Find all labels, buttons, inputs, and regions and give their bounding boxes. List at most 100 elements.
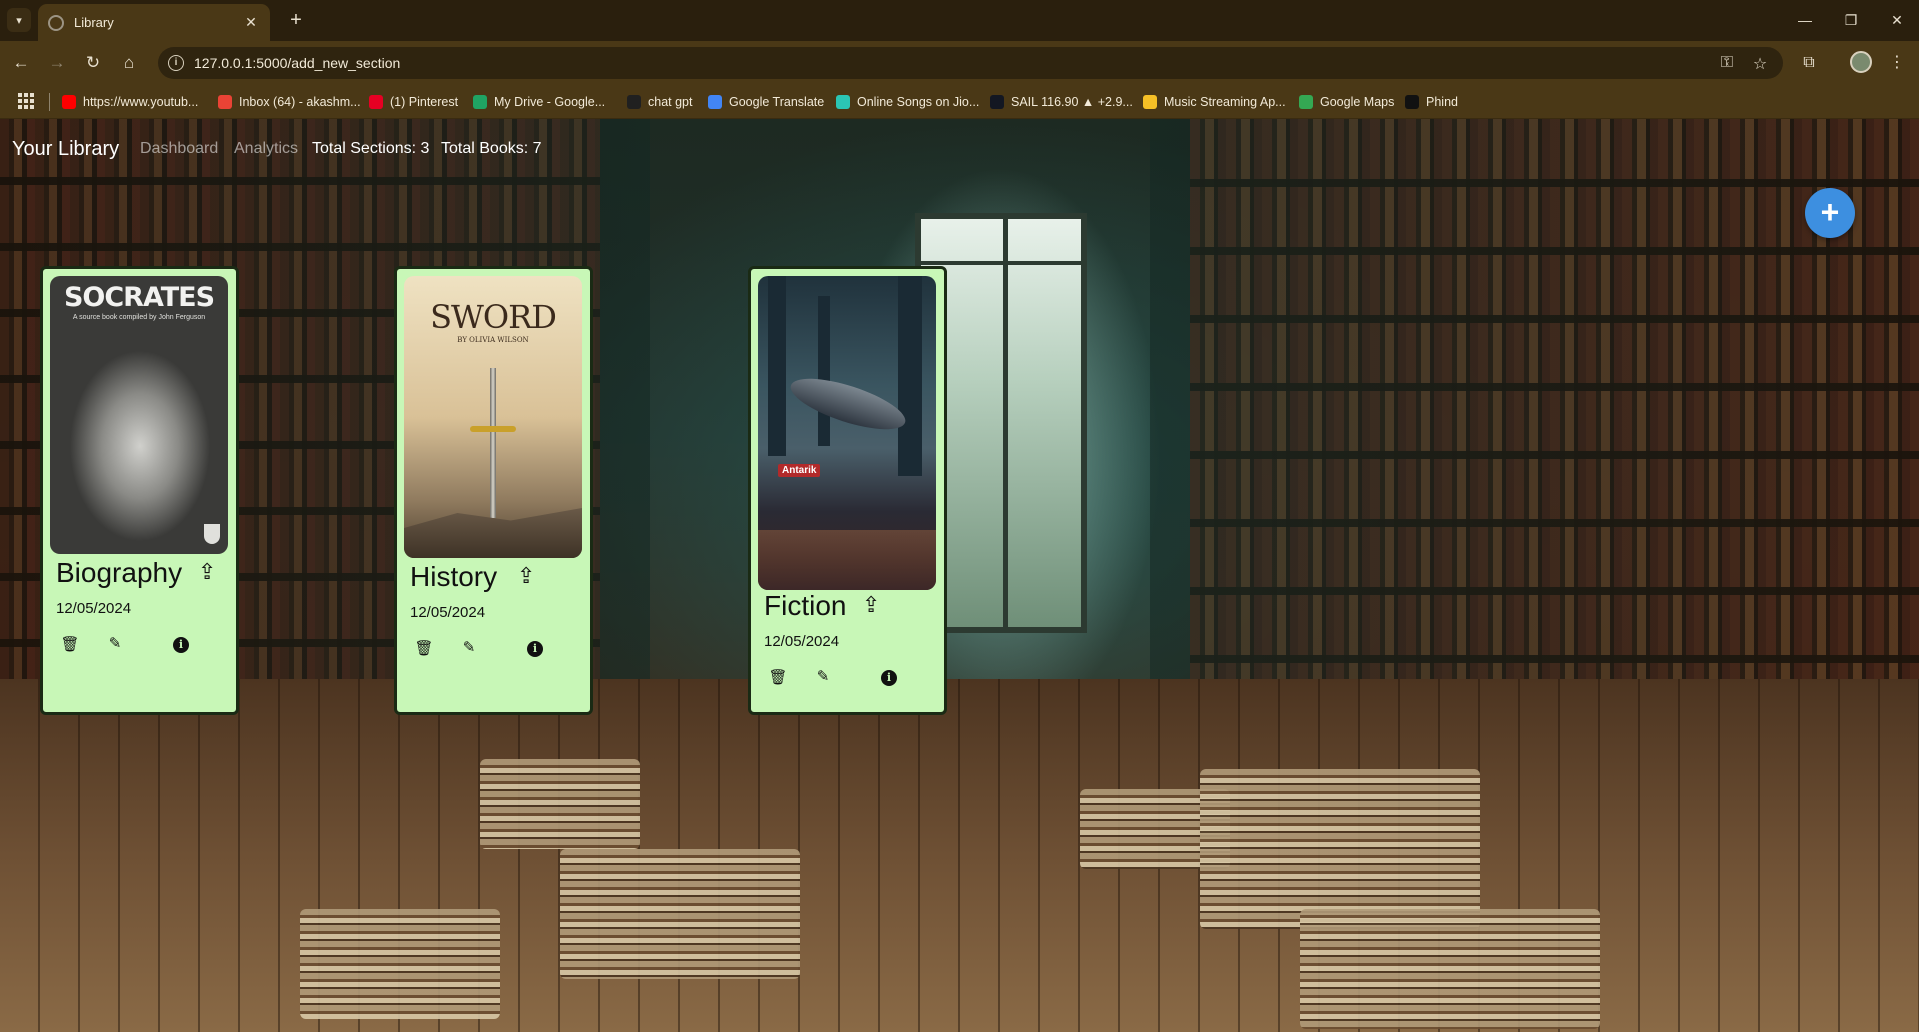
bookmarks-bar: https://www.youtub... Inbox (64) - akashm… (0, 85, 1919, 119)
cover-title: SWORD (430, 298, 557, 336)
bookmark-label: Phind (1426, 95, 1458, 109)
brand-title[interactable]: Your Library (12, 138, 119, 161)
back-icon[interactable]: ← (9, 51, 33, 75)
bookmark-star-icon[interactable]: ☆ (1749, 54, 1771, 74)
info-icon[interactable]: i (173, 637, 189, 653)
sword-illustration (490, 368, 496, 518)
upload-icon[interactable]: ⇪ (517, 563, 535, 589)
section-card-biography[interactable]: SOCRATES A source book compiled by John … (40, 266, 239, 715)
total-books: Total Books: 7 (441, 140, 542, 157)
nav-link-dashboard[interactable]: Dashboard (140, 140, 218, 158)
bookmark-label: My Drive - Google... (494, 95, 606, 109)
bookmark-item[interactable]: My Drive - Google... (473, 92, 605, 112)
bookmark-item[interactable]: (1) Pinterest (369, 92, 458, 112)
browser-toolbar: ← → ↻ ⌂ i 127.0.0.1:5000/add_new_section… (0, 41, 1919, 85)
menu-icon[interactable]: ⋮ (1884, 50, 1910, 76)
delete-icon[interactable]: 🗑 (60, 635, 80, 655)
globe-icon (48, 14, 64, 31)
new-tab-icon[interactable]: + (284, 8, 308, 32)
bookmark-item[interactable]: Google Translate (708, 92, 824, 112)
section-date: 12/05/2024 (410, 604, 486, 621)
google-translate-icon (708, 95, 722, 109)
restore-icon[interactable]: ❐ (1836, 8, 1866, 32)
youtube-icon (62, 95, 76, 109)
edit-icon[interactable]: ✎ (459, 638, 479, 658)
cover-subtitle: BY OLIVIA WILSON (457, 336, 529, 344)
info-icon[interactable]: i (527, 641, 543, 657)
address-bar[interactable]: i 127.0.0.1:5000/add_new_section ⚿ ☆ (158, 47, 1783, 79)
google-drive-icon (473, 95, 487, 109)
section-card-fiction[interactable]: Antarik Fiction ⇪ 12/05/2024 🗑 ✎ i (748, 266, 947, 715)
url-text[interactable]: 127.0.0.1:5000/add_new_section (194, 55, 400, 71)
section-card-history[interactable]: SWORD BY OLIVIA WILSON History ⇪ 12/05/2… (394, 266, 593, 715)
bookmark-label: https://www.youtub... (83, 95, 199, 109)
tradingview-icon (990, 95, 1004, 109)
publisher-logo-icon (204, 524, 220, 544)
forward-icon[interactable]: → (45, 51, 69, 75)
info-icon[interactable]: i (881, 670, 897, 686)
bookmark-item[interactable]: chat gpt (627, 92, 692, 112)
section-cover-image[interactable]: SOCRATES A source book compiled by John … (50, 276, 228, 554)
upload-icon[interactable]: ⇪ (198, 559, 216, 585)
chatgpt-icon (627, 95, 641, 109)
phind-icon (1405, 95, 1419, 109)
cover-subtitle: A source book compiled by John Ferguson (72, 314, 206, 321)
section-name[interactable]: Fiction (764, 590, 846, 622)
bookmark-label: Online Songs on Jio... (857, 95, 980, 109)
section-cover-image[interactable]: SWORD BY OLIVIA WILSON (404, 276, 582, 558)
browser-tab-bar: ▾ Library ✕ + — ❐ ✕ (0, 0, 1919, 41)
apps-grid-icon[interactable] (18, 93, 34, 109)
close-tab-icon[interactable]: ✕ (242, 14, 260, 31)
spaceship-illustration (785, 368, 911, 440)
jiosaavn-icon (836, 95, 850, 109)
bookmark-item[interactable]: Inbox (64) - akashm... (218, 92, 361, 112)
site-info-icon[interactable]: i (168, 55, 184, 71)
bookmark-label: chat gpt (648, 95, 693, 109)
cover-sign-text: Antarik (778, 464, 821, 477)
bookmark-label: (1) Pinterest (390, 95, 459, 109)
close-window-icon[interactable]: ✕ (1882, 8, 1912, 32)
cover-title: SOCRATES (63, 282, 215, 313)
bookmark-item[interactable]: Phind (1405, 92, 1458, 112)
section-name[interactable]: Biography (56, 557, 182, 589)
bookmark-label: SAIL 116.90 ▲ +2.9... (1011, 95, 1133, 109)
bookmark-item[interactable]: Music Streaming Ap... (1143, 92, 1286, 112)
bookmark-item[interactable]: Google Maps (1299, 92, 1394, 112)
folder-icon (1143, 95, 1157, 109)
tab-title: Library (74, 15, 114, 30)
background-floor (0, 679, 1919, 1032)
bookmark-item[interactable]: Online Songs on Jio... (836, 92, 979, 112)
section-cover-image[interactable]: Antarik (758, 276, 936, 590)
nav-link-analytics[interactable]: Analytics (234, 140, 298, 158)
reload-icon[interactable]: ↻ (81, 51, 105, 75)
section-date: 12/05/2024 (56, 600, 132, 617)
upload-icon[interactable]: ⇪ (862, 592, 880, 618)
total-sections: Total Sections: 3 (312, 140, 430, 157)
bookmark-label: Google Maps (1320, 95, 1395, 109)
edit-icon[interactable]: ✎ (813, 667, 833, 687)
gmail-icon (218, 95, 232, 109)
add-section-button[interactable]: + (1805, 188, 1855, 238)
pinterest-icon (369, 95, 383, 109)
profile-avatar[interactable] (1850, 51, 1872, 73)
home-icon[interactable]: ⌂ (117, 51, 141, 75)
section-name[interactable]: History (410, 561, 497, 593)
browser-tab[interactable]: Library ✕ (38, 4, 270, 41)
password-key-icon[interactable]: ⚿ (1716, 54, 1738, 72)
bookmark-label: Google Translate (729, 95, 825, 109)
delete-icon[interactable]: 🗑 (768, 668, 788, 688)
bookmark-item[interactable]: https://www.youtub... (62, 92, 198, 112)
section-date: 12/05/2024 (764, 633, 840, 650)
google-maps-icon (1299, 95, 1313, 109)
edit-icon[interactable]: ✎ (105, 634, 125, 654)
bookmark-item[interactable]: SAIL 116.90 ▲ +2.9... (990, 92, 1133, 112)
bookmark-label: Inbox (64) - akashm... (239, 95, 361, 109)
app-navbar: Your Library Dashboard Analytics Total S… (0, 119, 1919, 175)
bookmark-label: Music Streaming Ap... (1164, 95, 1286, 109)
tab-search-icon[interactable]: ▾ (7, 8, 31, 32)
library-page: Your Library Dashboard Analytics Total S… (0, 119, 1919, 1032)
minimize-icon[interactable]: — (1790, 8, 1820, 32)
extensions-icon[interactable]: ⧉ (1796, 50, 1822, 76)
bookmarks-divider (49, 93, 50, 111)
delete-icon[interactable]: 🗑 (414, 639, 434, 659)
